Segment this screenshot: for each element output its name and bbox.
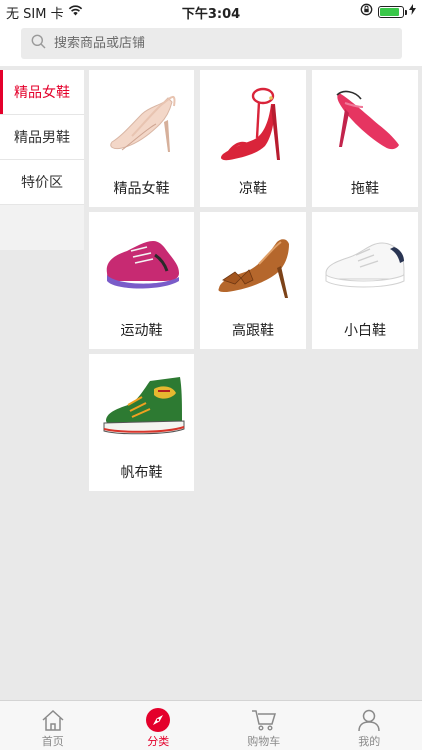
category-card[interactable]: 运动鞋 (89, 212, 194, 349)
category-name: 凉鞋 (239, 181, 267, 197)
category-name: 帆布鞋 (120, 465, 163, 481)
tab-label: 我的 (358, 735, 381, 748)
category-card[interactable]: 小白鞋 (312, 212, 418, 349)
category-name: 高跟鞋 (232, 323, 274, 339)
sidebar-item-mens-shoes[interactable]: 精品男鞋 (0, 115, 84, 160)
category-card[interactable]: 帆布鞋 (89, 354, 194, 491)
tab-label: 首页 (41, 735, 64, 748)
user-icon (357, 707, 381, 733)
status-time: 下午3:04 (181, 7, 241, 22)
category-card[interactable]: 拖鞋 (312, 70, 418, 207)
cart-icon (251, 707, 277, 733)
sidebar-item-specials[interactable]: 特价区 (0, 160, 84, 205)
search-icon (31, 34, 46, 53)
tab-label: 分类 (147, 735, 170, 748)
category-name: 精品女鞋 (113, 181, 170, 197)
compass-icon (145, 707, 171, 733)
home-icon (41, 707, 65, 733)
search-box[interactable] (21, 28, 402, 59)
category-card[interactable]: 凉鞋 (200, 70, 306, 207)
category-card[interactable]: 高跟鞋 (200, 212, 306, 349)
tab-cart[interactable]: 购物车 (211, 701, 317, 750)
pink-sneaker-image (89, 218, 194, 310)
battery-indicator (378, 5, 407, 18)
status-right (360, 3, 416, 20)
charging-bolt-icon (409, 4, 416, 19)
search-bar (0, 22, 422, 66)
category-name: 运动鞋 (120, 323, 163, 339)
tab-home[interactable]: 首页 (0, 701, 106, 750)
red-strappy-sandal-image (200, 76, 306, 168)
pink-slingback-heel-image (312, 76, 418, 168)
tab-me[interactable]: 我的 (317, 701, 422, 750)
sidebar-item-label: 精品女鞋 (14, 85, 70, 101)
white-sneaker-image (312, 218, 418, 310)
tab-label: 购物车 (247, 735, 281, 748)
nude-stiletto-pump-image (89, 76, 194, 168)
tab-category[interactable]: 分类 (106, 701, 212, 750)
bottom-tab-bar: 首页 分类 购物车 我的 (0, 700, 422, 750)
bronze-bow-heel-image (200, 218, 306, 310)
sidebar-item-womens-shoes[interactable]: 精品女鞋 (0, 70, 84, 115)
category-card[interactable]: 精品女鞋 (89, 70, 194, 207)
sidebar-spacer (0, 205, 84, 250)
search-input[interactable] (54, 36, 374, 51)
status-bar: 无 SIM 卡 下午3:04 (0, 0, 422, 22)
sidebar-item-label: 特价区 (21, 175, 63, 191)
category-grid: 精品女鞋 凉鞋 拖鞋 运动鞋 高跟鞋 小白鞋 帆布鞋 (89, 70, 418, 491)
sidebar-item-label: 精品男鞋 (14, 130, 70, 146)
green-canvas-hightop-image (89, 360, 194, 452)
category-sidebar: 精品女鞋 精品男鞋 特价区 (0, 70, 84, 250)
rotation-lock-icon (360, 3, 373, 20)
category-name: 小白鞋 (344, 323, 386, 339)
battery-fill (380, 7, 399, 16)
category-name: 拖鞋 (351, 181, 379, 197)
